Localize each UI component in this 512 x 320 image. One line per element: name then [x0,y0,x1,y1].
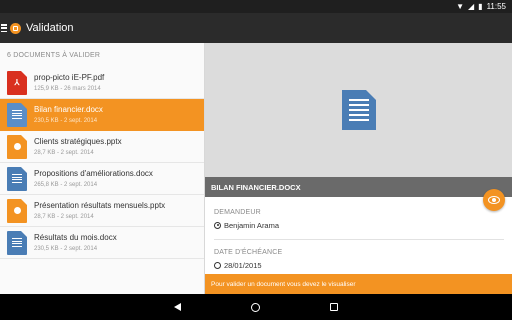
signal-icon: ◢ [468,2,475,11]
document-name: Résultats du mois.docx [34,233,117,242]
pdf-file-icon: ⅄ [7,70,27,95]
list-item-document[interactable]: Clients stratégiques.pptx 28,7 KB - 2 se… [0,131,204,163]
document-meta: 230,5 KB - 2 sept. 2014 [34,118,98,124]
status-bar: ▼ ◢ ▮ 11:55 [0,0,512,13]
document-meta: 265,8 KB - 2 sept. 2014 [34,182,98,188]
menu-icon[interactable] [1,24,7,32]
system-navigation-bar [0,294,512,320]
docx-preview-icon [341,90,376,130]
document-detail-pane: BILAN FINANCIER.DOCX DEMANDEUR Benjamin … [205,43,512,294]
validation-info-banner: Pour valider un document vous devez le v… [205,274,512,294]
pptx-file-icon [7,134,27,159]
app-bar: Validation [0,13,512,43]
app-title: Validation [26,22,74,34]
document-meta: 28,7 KB - 2 sept. 2014 [34,150,94,156]
docx-file-icon [7,230,27,255]
due-date-value: 28/01/2015 [224,261,262,270]
divider [214,239,504,240]
document-count-header: 6 DOCUMENTS À VALIDER [7,51,101,59]
app-logo-icon [10,22,21,34]
document-name: prop-picto iE-PF.pdf [34,73,105,82]
battery-icon: ▮ [478,2,483,11]
alarm-clock-icon [214,262,221,269]
eye-icon [488,196,500,204]
document-meta: 125,9 KB - 26 mars 2014 [34,86,101,92]
home-icon[interactable] [251,302,260,312]
requester-value-row: Benjamin Arama [214,221,279,230]
docx-file-icon [7,102,27,127]
due-date-label: DATE D'ÉCHÉANCE [214,249,283,256]
document-title: BILAN FINANCIER.DOCX [205,177,512,197]
list-item-document[interactable]: Présentation résultats mensuels.pptx 28,… [0,195,204,227]
list-item-document-selected[interactable]: Bilan financier.docx 230,5 KB - 2 sept. … [0,99,204,131]
view-document-button[interactable] [483,189,505,211]
due-date-value-row: 28/01/2015 [214,261,262,270]
wifi-icon: ▼ [456,2,464,11]
document-name: Présentation résultats mensuels.pptx [34,201,166,210]
recents-icon[interactable] [330,303,338,311]
document-preview[interactable] [205,43,512,177]
document-name: Clients stratégiques.pptx [34,137,122,146]
list-item-document[interactable]: Propositions d'améliorations.docx 265,8 … [0,163,204,195]
document-name: Propositions d'améliorations.docx [34,169,153,178]
list-item-document[interactable]: ⅄ prop-picto iE-PF.pdf 125,9 KB - 26 mar… [0,67,204,99]
status-time: 11:55 [486,2,506,11]
requester-value: Benjamin Arama [224,221,280,230]
document-meta: 28,7 KB - 2 sept. 2014 [34,214,94,220]
list-item-document[interactable]: Résultats du mois.docx 230,5 KB - 2 sept… [0,227,204,259]
document-meta: 230,5 KB - 2 sept. 2014 [34,246,98,252]
requester-label: DEMANDEUR [214,209,261,216]
pptx-file-icon [7,198,27,223]
person-icon [214,222,221,229]
document-name: Bilan financier.docx [34,105,103,114]
docx-file-icon [7,166,27,191]
back-icon[interactable] [174,303,181,311]
document-list-pane: 6 DOCUMENTS À VALIDER ⅄ prop-picto iE-PF… [0,43,205,294]
